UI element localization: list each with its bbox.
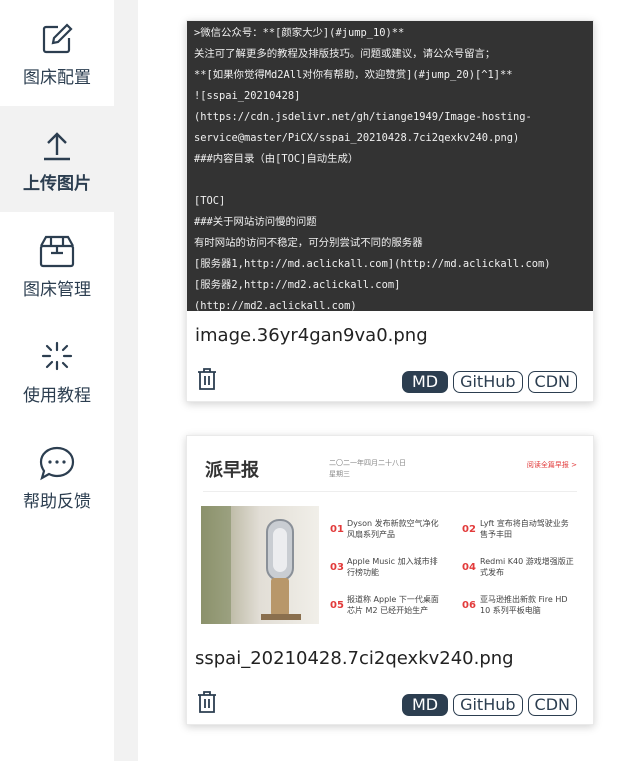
news-item-number: 02 [462,524,476,535]
code-line: 关注可了解更多的教程及排版技巧。问题或建议，请公众号留言； [194,48,496,60]
sidebar-item-label: 帮助反馈 [23,491,91,512]
sidebar-item-image-management[interactable]: 图床管理 [0,212,114,318]
chat-icon [37,443,77,483]
code-line: ###关于网站访问慢的问题 [194,216,317,228]
image-filename: sspai_20210428.7ci2qexkv240.png [195,648,514,669]
news-item-number: 04 [462,562,476,573]
sidebar-item-image-hosting-config[interactable]: 图床配置 [0,0,114,106]
cdn-button[interactable]: CDN [527,694,577,716]
news-item-number: 03 [330,562,344,573]
sidebar-item-tutorial[interactable]: 使用教程 [0,318,114,424]
news-preview: 派早报 二〇二一年四月二十八日 星期三 阅读全篇早报 > 01 Dyson 发布… [187,436,593,634]
code-line: ###内容目录（由[TOC]自动生成） [194,153,359,165]
code-line: [服务器1,http://md.aclickall.com](http://md… [194,258,551,270]
news-item-text: Lyft 宣布将自动驾驶业务售予丰田 [480,519,569,539]
sidebar-item-help-feedback[interactable]: 帮助反馈 [0,424,114,530]
code-line: ![sspai_20210428] [194,90,301,102]
sparkle-icon [37,337,77,377]
code-line: >微信公众号：**[颜家大少](#jump_10)** [194,27,405,39]
trash-icon[interactable] [197,367,217,391]
code-line: (http://md2.aclickall.com) [194,300,357,311]
code-preview: >微信公众号：**[颜家大少](#jump_10)** 关注可了解更多的教程及排… [187,21,593,311]
news-date: 二〇二一年四月二十八日 星期三 [329,458,406,480]
github-button[interactable]: GitHub [453,694,523,716]
image-card: 派早报 二〇二一年四月二十八日 星期三 阅读全篇早报 > 01 Dyson 发布… [186,435,594,725]
card-actions: MD GitHub CDN [187,680,593,724]
github-button[interactable]: GitHub [453,371,523,393]
image-thumbnail[interactable]: >微信公众号：**[颜家大少](#jump_10)** 关注可了解更多的教程及排… [187,21,593,311]
news-item-text: Redmi K40 游戏增强版正式发布 [480,557,574,577]
image-card: >微信公众号：**[颜家大少](#jump_10)** 关注可了解更多的教程及排… [186,20,594,402]
image-thumbnail[interactable]: 派早报 二〇二一年四月二十八日 星期三 阅读全篇早报 > 01 Dyson 发布… [187,436,593,634]
news-item-text: 亚马逊推出新款 Fire HD 10 系列平板电脑 [480,595,568,615]
news-read-more-link: 阅读全篇早报 > [526,461,577,469]
sidebar-item-upload[interactable]: 上传图片 [0,106,114,212]
md-button[interactable]: MD [401,694,449,716]
news-weekday: 星期三 [329,470,350,478]
sidebar-item-label: 图床配置 [23,67,91,88]
upload-main-area: >微信公众号：**[颜家大少](#jump_10)** 关注可了解更多的教程及排… [138,0,636,761]
news-item-text: 报道称 Apple 下一代桌面芯片 M2 已经开始生产 [347,595,439,615]
sidebar-divider [114,0,138,761]
news-item-number: 06 [462,600,476,611]
news-item-text: Apple Music 加入城市排行榜功能 [347,557,438,577]
sidebar-item-label: 图床管理 [23,279,91,300]
copy-format-buttons: MD GitHub CDN [401,371,577,393]
code-line: (https://cdn.jsdelivr.net/gh/tiange1949/… [194,111,532,123]
cdn-button[interactable]: CDN [527,371,577,393]
copy-format-buttons: MD GitHub CDN [401,694,577,716]
news-item-text: Dyson 发布新款空气净化风扇系列产品 [347,519,439,539]
trash-icon[interactable] [197,690,217,714]
sidebar-item-label: 上传图片 [23,173,91,194]
image-filename: image.36yr4gan9va0.png [195,325,428,346]
news-item-number: 01 [330,524,344,535]
news-title: 派早报 [205,460,259,481]
code-line: 有时网站的访问不稳定，可分别尝试不同的服务器 [194,237,423,249]
code-line: service@master/PiCX/sspai_20210428.7ci2q… [194,132,520,144]
upload-icon [37,125,77,165]
edit-icon [37,19,77,59]
code-line: [TOC] [194,195,226,207]
box-icon [37,231,77,271]
sidebar: 图床配置 上传图片 图床管理 使用教程 帮助反馈 [0,0,114,761]
news-item-number: 05 [330,600,344,611]
code-line: [服务器2,http://md2.aclickall.com] [194,279,401,291]
sidebar-item-label: 使用教程 [23,385,91,406]
card-actions: MD GitHub CDN [187,357,593,401]
air-purifier-photo [201,506,319,624]
news-divider [203,491,577,492]
news-date-line: 二〇二一年四月二十八日 [329,459,406,467]
code-line: **[如果你觉得Md2All对你有帮助，欢迎赞赏](#jump_20)[^1]*… [194,69,513,81]
md-button[interactable]: MD [401,371,449,393]
